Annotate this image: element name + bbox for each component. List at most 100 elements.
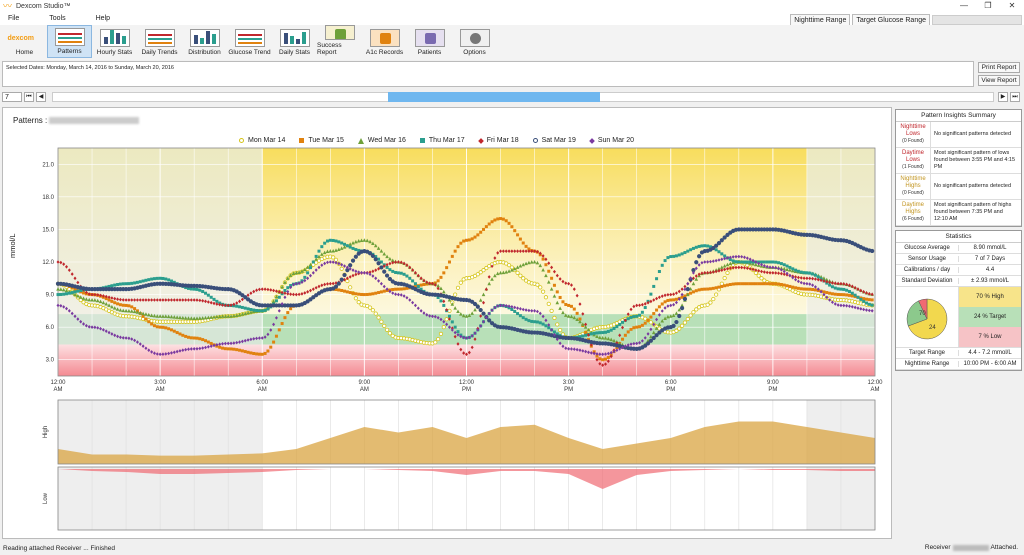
toolbar-success-report-button[interactable]: Success Report — [317, 25, 362, 58]
data-point — [320, 245, 324, 249]
data-point — [521, 241, 525, 245]
maximize-button[interactable]: ❐ — [976, 0, 1000, 12]
scroll-thumb[interactable] — [388, 92, 600, 102]
data-point — [467, 238, 471, 242]
data-point — [362, 293, 366, 297]
data-point — [379, 265, 384, 270]
data-point — [351, 246, 355, 250]
data-point — [686, 249, 690, 253]
data-point — [229, 347, 233, 351]
data-point — [791, 267, 795, 271]
data-point — [484, 225, 488, 229]
data-point — [671, 323, 676, 328]
toolbar-daily-stats-button[interactable]: Daily Stats — [272, 25, 317, 58]
toolbar-options-button[interactable]: Options — [452, 25, 497, 58]
view-report-button[interactable]: View Report — [978, 75, 1020, 86]
y-tick-label: 12.0 — [42, 260, 54, 266]
data-point — [172, 329, 176, 333]
data-point — [289, 307, 293, 311]
data-point — [348, 245, 352, 249]
menu-tools[interactable]: Tools — [49, 15, 65, 22]
data-point — [799, 287, 803, 291]
days-select[interactable]: 7 — [2, 92, 22, 102]
data-point — [345, 290, 349, 294]
insight-row: Daytime Lows (1 Found) Most significant pa… — [896, 148, 1021, 174]
attached-label: Attached. — [990, 544, 1018, 551]
patterns-icon — [54, 28, 85, 46]
data-point — [674, 319, 679, 325]
data-point — [167, 278, 171, 282]
data-point — [238, 348, 242, 352]
data-point — [198, 337, 202, 341]
data-point — [685, 287, 690, 292]
data-point — [788, 284, 792, 288]
data-point — [527, 319, 531, 323]
data-point — [745, 260, 749, 264]
legend-item: Thu Mar 17 — [419, 137, 465, 144]
insight-row: Nighttime Highs (0 Found) No significant p… — [896, 174, 1021, 200]
data-point — [144, 317, 148, 321]
data-point — [737, 260, 741, 264]
data-point — [564, 303, 568, 307]
prev-page-icon[interactable]: ◀ — [36, 92, 46, 102]
toolbar-distribution-button[interactable]: Distribution — [182, 25, 227, 58]
data-point — [774, 260, 778, 264]
menu-file[interactable]: File — [8, 15, 19, 22]
data-point — [850, 291, 854, 295]
data-point — [629, 315, 633, 319]
data-point — [127, 304, 131, 308]
close-button[interactable]: ✕ — [1000, 0, 1024, 12]
toolbar-daily-trends-button[interactable]: Daily Trends — [137, 25, 182, 58]
data-point — [725, 270, 730, 275]
data-point — [501, 217, 505, 221]
data-point — [453, 249, 457, 253]
data-point — [648, 338, 653, 343]
data-point — [655, 277, 659, 281]
menu-help[interactable]: Help — [96, 15, 110, 22]
data-point — [238, 305, 242, 309]
data-point — [796, 286, 800, 290]
x-tick-label: 9:00 AM — [359, 380, 371, 393]
data-point — [453, 325, 457, 329]
data-point — [719, 238, 724, 243]
next-page-icon[interactable]: ▶ — [998, 92, 1008, 102]
home-icon: dexcom — [7, 34, 34, 42]
data-point — [158, 325, 162, 329]
last-page-icon[interactable]: ⏭ — [1010, 92, 1020, 102]
toolbar-hourly-stats-button[interactable]: Hourly Stats — [92, 25, 137, 58]
data-point — [652, 284, 656, 288]
data-point — [518, 314, 522, 318]
data-point — [609, 328, 613, 332]
data-point — [167, 327, 171, 331]
toolbar-a1c-records-button[interactable]: A1c Records — [362, 25, 407, 58]
minimize-button[interactable]: — — [952, 0, 976, 12]
data-point — [141, 279, 145, 283]
data-point — [110, 299, 114, 303]
data-point — [416, 285, 420, 289]
data-point — [682, 320, 688, 325]
toolbar-home-button[interactable]: dexcom Home — [2, 25, 47, 58]
toolbar-glucose-trend-button[interactable]: Glucose Trend — [227, 25, 272, 58]
toolbar-patterns-button[interactable]: Patterns — [47, 25, 92, 58]
data-point — [598, 357, 602, 361]
data-point — [487, 222, 491, 226]
data-point — [311, 260, 315, 264]
toolbar-label: Daily Stats — [278, 49, 311, 56]
data-point — [218, 345, 222, 349]
data-point — [518, 273, 523, 278]
data-point — [720, 284, 724, 288]
legend-marker-icon — [477, 137, 484, 144]
legend-label: Fri Mar 18 — [486, 137, 519, 144]
print-report-button[interactable]: Print Report — [978, 62, 1020, 73]
toolbar-patients-button[interactable]: Patients — [407, 25, 452, 58]
data-point — [387, 331, 393, 336]
data-point — [870, 298, 874, 302]
data-point — [456, 245, 460, 249]
data-point — [782, 283, 786, 287]
data-point — [544, 263, 548, 267]
data-point — [669, 255, 673, 259]
data-point — [243, 350, 247, 354]
data-point — [447, 260, 451, 264]
toolbar-label: Patterns — [57, 48, 82, 55]
first-page-icon[interactable]: ⏮ — [24, 92, 34, 102]
